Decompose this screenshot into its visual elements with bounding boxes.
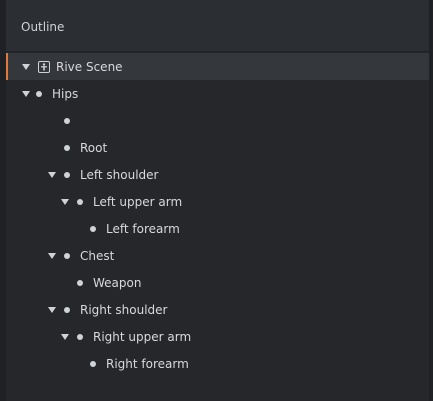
bullet-icon — [64, 145, 70, 151]
caret-down-icon[interactable] — [61, 199, 69, 205]
caret-down-icon[interactable] — [22, 91, 30, 97]
caret-down-icon[interactable] — [61, 334, 69, 340]
bullet-icon — [90, 226, 96, 232]
right-gutter — [429, 0, 433, 401]
tree-label: Rive Scene — [56, 59, 123, 74]
bullet-icon — [64, 118, 70, 124]
tree-label: Left shoulder — [80, 167, 159, 182]
tree-row-right-upper-arm[interactable]: Right upper arm — [6, 323, 429, 350]
outline-header: Outline — [6, 0, 429, 52]
bullet-icon — [64, 253, 70, 259]
bullet-icon — [36, 91, 42, 97]
tree-row-right-shoulder[interactable]: Right shoulder — [6, 296, 429, 323]
tree-label: Left upper arm — [93, 194, 183, 209]
tree-label: Right upper arm — [93, 329, 192, 344]
tree-row-left-shoulder[interactable]: Left shoulder — [6, 161, 429, 188]
panel-title: Outline — [21, 20, 65, 34]
tree-label: Chest — [80, 248, 115, 263]
caret-down-icon[interactable] — [48, 172, 56, 178]
tree-label: Root — [80, 140, 108, 155]
tree-label: Left forearm — [106, 221, 180, 236]
person-scene-icon — [38, 61, 50, 73]
tree-row-unnamed[interactable] — [6, 107, 429, 134]
caret-down-icon[interactable] — [48, 307, 56, 313]
tree-row-root[interactable]: Root — [6, 134, 429, 161]
tree-label: Weapon — [93, 275, 142, 290]
tree-row-weapon[interactable]: Weapon — [6, 269, 429, 296]
bullet-icon — [77, 334, 83, 340]
tree-row-left-upper-arm[interactable]: Left upper arm — [6, 188, 429, 215]
bullet-icon — [90, 361, 96, 367]
bullet-icon — [64, 172, 70, 178]
tree-row-chest[interactable]: Chest — [6, 242, 429, 269]
bullet-icon — [77, 199, 83, 205]
bullet-icon — [77, 280, 83, 286]
tree-row-left-forearm[interactable]: Left forearm — [6, 215, 429, 242]
tree-label: Hips — [52, 86, 79, 101]
caret-down-icon[interactable] — [22, 64, 30, 70]
tree-label: Right forearm — [106, 356, 189, 371]
tree-row-hips[interactable]: Hips — [6, 80, 429, 107]
bullet-icon — [64, 307, 70, 313]
tree-label: Right shoulder — [80, 302, 168, 317]
caret-down-icon[interactable] — [48, 253, 56, 259]
tree-row-rive-scene[interactable]: Rive Scene — [6, 53, 429, 80]
tree-row-right-forearm[interactable]: Right forearm — [6, 350, 429, 377]
outline-tree: Rive Scene Hips Root Left shoulder Left … — [6, 53, 429, 377]
